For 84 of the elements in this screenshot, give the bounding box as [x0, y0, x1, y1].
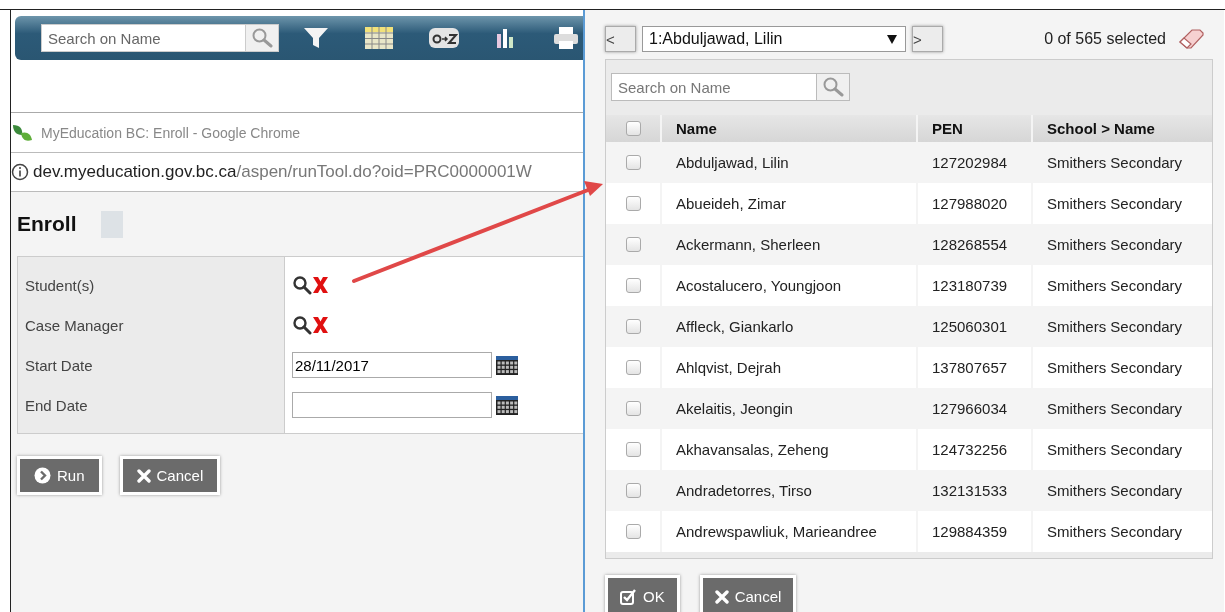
next-button[interactable]: >	[912, 26, 943, 52]
search-icon[interactable]	[292, 275, 312, 295]
table-cell: Akhavansalas, Zeheng	[660, 429, 916, 470]
selection-count: 0 of 565 selected	[1044, 30, 1166, 48]
ok-button[interactable]: OK	[605, 575, 680, 612]
column-header[interactable]: School > Name	[1031, 115, 1212, 142]
table-cell: Abduljawad, Lilin	[660, 142, 916, 183]
checkbox[interactable]	[625, 401, 641, 416]
table-cell: Smithers Secondary	[1031, 470, 1212, 511]
table-cell: Smithers Secondary	[1031, 429, 1212, 470]
page-title: Enroll	[17, 212, 77, 236]
table-cell: Smithers Secondary	[1031, 511, 1212, 552]
cancel-button[interactable]: Cancel	[699, 575, 797, 612]
checkbox[interactable]	[625, 360, 641, 375]
table-cell: 128268554	[916, 224, 1031, 265]
checkbox[interactable]	[625, 442, 641, 457]
filter-icon[interactable]	[303, 26, 329, 50]
close-icon	[714, 589, 729, 604]
previous-button[interactable]: <	[605, 26, 636, 52]
table-cell: Abueideh, Zimar	[660, 183, 916, 224]
table-cell: Andradetorres, Tirso	[660, 470, 916, 511]
table-cell: Andrewspawliuk, Marieandree	[660, 511, 916, 552]
field-label: Case Manager	[24, 316, 124, 334]
checkbox-icon	[620, 588, 637, 605]
cancel-button[interactable]: Cancel	[119, 456, 221, 495]
table-cell: Akelaitis, Jeongin	[660, 388, 916, 429]
table-cell: Smithers Secondary	[1031, 347, 1212, 388]
table-cell: 132131533	[916, 470, 1031, 511]
table-cell: Affleck, Giankarlo	[660, 306, 916, 347]
grid-icon[interactable]	[365, 27, 393, 49]
table-cell: 123180739	[916, 265, 1031, 306]
field-label: Student(s)	[24, 276, 95, 294]
table-cell: Smithers Secondary	[1031, 306, 1212, 347]
search-field[interactable]: Search on Name	[41, 24, 246, 52]
checkbox[interactable]	[625, 155, 641, 170]
search-icon	[822, 76, 844, 98]
close-icon	[136, 468, 151, 483]
search-icon[interactable]	[292, 315, 312, 335]
table-cell: Acostalucero, Youngjoon	[660, 265, 916, 306]
dropdown-caret-icon	[887, 34, 897, 44]
clear-icon[interactable]	[312, 276, 329, 294]
search-field[interactable]: Search on Name	[611, 73, 817, 101]
sort-icon[interactable]	[429, 28, 459, 48]
checkbox[interactable]	[625, 319, 641, 334]
table-cell: Smithers Secondary	[1031, 265, 1212, 306]
search-button[interactable]	[817, 73, 850, 101]
field-label: Start Date	[24, 356, 93, 374]
window-title: MyEducation BC: Enroll - Google Chrome	[41, 124, 301, 141]
record-dropdown[interactable]: 1:Abduljawad, Lilin	[642, 26, 906, 52]
date-field[interactable]: 28/11/2017	[292, 352, 492, 378]
table-cell: Smithers Secondary	[1031, 224, 1212, 265]
table-cell: 124732256	[916, 429, 1031, 470]
checkbox[interactable]	[625, 278, 641, 293]
field-label: End Date	[24, 396, 88, 414]
eraser-icon[interactable]	[1178, 29, 1204, 49]
checkbox[interactable]	[625, 196, 641, 211]
table-cell: 127202984	[916, 142, 1031, 183]
date-field[interactable]	[292, 392, 492, 418]
table-cell: Smithers Secondary	[1031, 388, 1212, 429]
chevron-circle-icon	[34, 467, 51, 484]
column-header[interactable]: PEN	[916, 115, 1031, 142]
checkbox[interactable]	[625, 483, 641, 498]
printer-icon[interactable]	[553, 26, 579, 50]
column-header[interactable]: Name	[660, 115, 916, 142]
table-cell: Ahlqvist, Dejrah	[660, 347, 916, 388]
table-cell: 129884359	[916, 511, 1031, 552]
table-cell: 137807657	[916, 347, 1031, 388]
info-icon[interactable]	[11, 163, 29, 181]
search-icon	[251, 27, 273, 49]
table-cell: 127988020	[916, 183, 1031, 224]
checkbox[interactable]	[625, 121, 641, 136]
calendar-icon[interactable]	[496, 355, 518, 375]
table-cell: 127966034	[916, 388, 1031, 429]
search-button[interactable]	[246, 24, 279, 52]
table-cell: Smithers Secondary	[1031, 142, 1212, 183]
table-cell: Ackermann, Sherleen	[660, 224, 916, 265]
checkbox[interactable]	[625, 524, 641, 539]
table-cell: 125060301	[916, 306, 1031, 347]
clear-icon[interactable]	[312, 316, 329, 334]
calendar-icon[interactable]	[496, 395, 518, 415]
table-cell: Smithers Secondary	[1031, 183, 1212, 224]
checkbox[interactable]	[625, 237, 641, 252]
run-button[interactable]: Run	[17, 456, 102, 495]
leaf-icon	[11, 122, 33, 143]
